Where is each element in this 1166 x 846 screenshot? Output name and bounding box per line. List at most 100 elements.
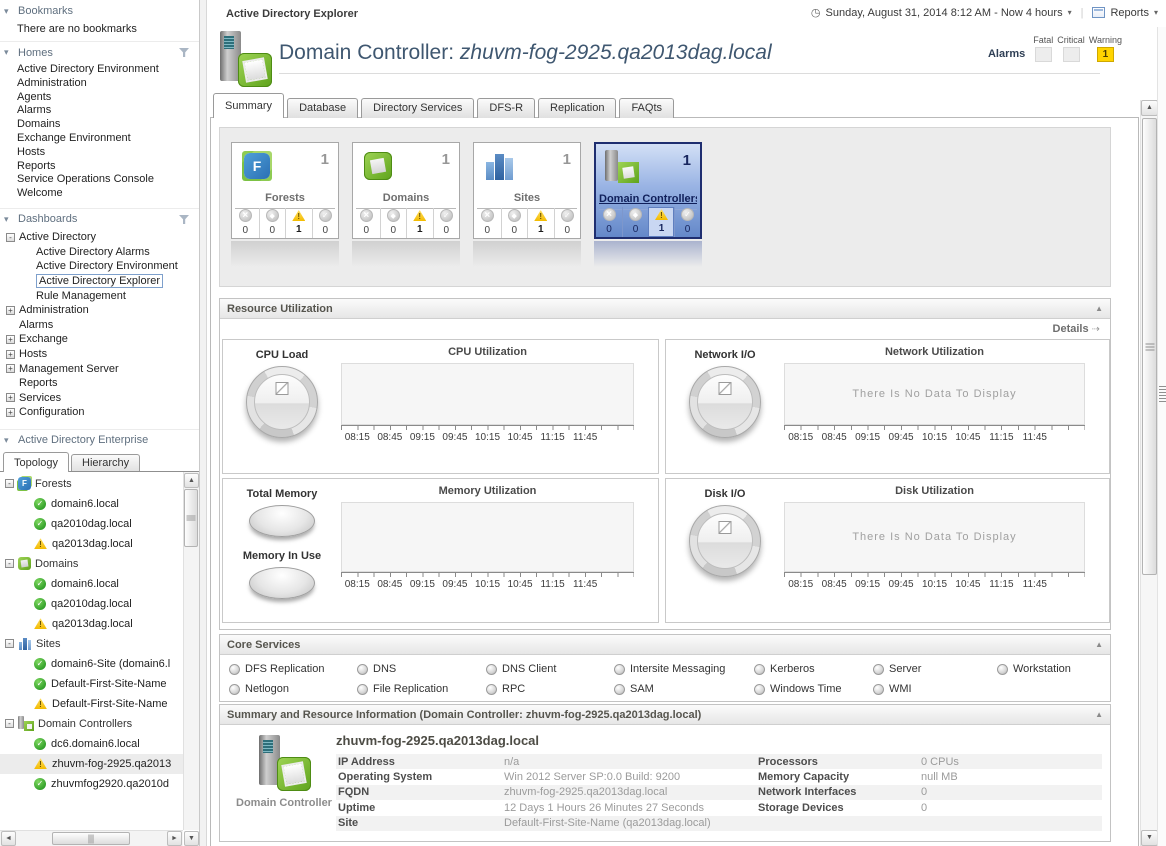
tree-item[interactable]: zhuvmfog2920.qa2010d: [0, 774, 183, 794]
minus-expander-icon[interactable]: [6, 233, 15, 242]
plus-expander-icon[interactable]: [6, 335, 15, 344]
tile-status-warning[interactable]: 1: [527, 208, 554, 238]
tree-item[interactable]: Default-First-Site-Name: [0, 674, 183, 694]
tree-vscroll-thumb[interactable]: [184, 489, 198, 547]
dashboards-leaf[interactable]: Active Directory Explorer: [6, 274, 199, 289]
collapse-section-icon[interactable]: [1095, 640, 1103, 649]
details-link[interactable]: Details: [1053, 323, 1089, 335]
tile-domain-controllers[interactable]: 1Domain Controllers0010: [594, 142, 702, 239]
dashboards-node[interactable]: Exchange: [6, 332, 199, 347]
plus-expander-icon[interactable]: [6, 364, 15, 373]
dashboards-node[interactable]: Management Server: [6, 361, 199, 376]
tab-directory-services[interactable]: Directory Services: [361, 98, 474, 118]
tab-dfs-r[interactable]: DFS-R: [477, 98, 535, 118]
core-services-header[interactable]: Core Services: [220, 635, 1110, 655]
dashboards-node[interactable]: Hosts: [6, 347, 199, 362]
tile-status-fatal[interactable]: 0: [353, 208, 380, 238]
alarm-count-box[interactable]: [1063, 47, 1080, 62]
main-vscroll-thumb[interactable]: [1142, 118, 1157, 575]
scroll-left-arrow[interactable]: ◄: [1, 831, 16, 846]
dashboards-header[interactable]: Dashboards: [0, 208, 199, 227]
tile-status-critical[interactable]: 0: [259, 208, 286, 238]
panel-drag-handle[interactable]: [1159, 386, 1166, 402]
scroll-down-arrow[interactable]: ▼: [1141, 830, 1158, 846]
plus-expander-icon[interactable]: [6, 350, 15, 359]
resource-utilization-header[interactable]: Resource Utilization: [220, 299, 1110, 319]
collapse-section-icon[interactable]: [1095, 710, 1103, 719]
minus-expander-icon[interactable]: [5, 719, 14, 728]
tile-status-critical[interactable]: 0: [622, 207, 648, 237]
tree-item[interactable]: qa2010dag.local: [0, 514, 183, 534]
tile-status-critical[interactable]: 0: [501, 208, 528, 238]
tree-item[interactable]: zhuvm-fog-2925.qa2013: [0, 754, 183, 774]
alarm-count-box[interactable]: 1: [1097, 47, 1114, 62]
tree-item[interactable]: qa2010dag.local: [0, 594, 183, 614]
homes-item-reports[interactable]: Reports: [17, 160, 199, 174]
homes-item-agents[interactable]: Agents: [17, 91, 199, 105]
tree-vertical-scrollbar[interactable]: ▲: [183, 472, 199, 830]
plus-expander-icon[interactable]: [6, 408, 15, 417]
sidebar-tab-hierarchy[interactable]: Hierarchy: [71, 454, 140, 472]
tree-item[interactable]: qa2013dag.local: [0, 534, 183, 554]
tree-group-domains[interactable]: Domains: [0, 554, 183, 574]
tree-item[interactable]: dc6.domain6.local: [0, 734, 183, 754]
tree-horizontal-scrollbar[interactable]: ◄ ►: [0, 830, 183, 846]
homes-item-alarms[interactable]: Alarms: [17, 104, 199, 118]
tree-item[interactable]: Default-First-Site-Name: [0, 694, 183, 714]
homes-item-service-operations-console[interactable]: Service Operations Console: [17, 173, 199, 187]
tab-summary[interactable]: Summary: [213, 93, 284, 118]
tile-status-fatal[interactable]: 0: [232, 208, 259, 238]
minus-expander-icon[interactable]: [5, 559, 14, 568]
tree-item[interactable]: domain6-Site (domain6.l: [0, 654, 183, 674]
minus-expander-icon[interactable]: [5, 639, 14, 648]
time-range-selector[interactable]: Sunday, August 31, 2014 8:12 AM - Now 4 …: [826, 7, 1063, 19]
tab-replication[interactable]: Replication: [538, 98, 616, 118]
tile-status-critical[interactable]: 0: [380, 208, 407, 238]
tab-faqts[interactable]: FAQts: [619, 98, 674, 118]
scroll-right-arrow[interactable]: ►: [167, 831, 182, 846]
dashboards-node[interactable]: Reports: [6, 376, 199, 391]
tree-group-domain-controllers[interactable]: Domain Controllers: [0, 714, 183, 734]
homes-item-administration[interactable]: Administration: [17, 77, 199, 91]
minus-expander-icon[interactable]: [5, 479, 14, 488]
enterprise-header[interactable]: Active Directory Enterprise: [0, 429, 199, 448]
bookmarks-header[interactable]: Bookmarks: [0, 0, 199, 19]
summary-section-header[interactable]: Summary and Resource Information (Domain…: [220, 705, 1110, 725]
alarm-count-box[interactable]: [1035, 47, 1052, 62]
tile-status-fatal[interactable]: 0: [596, 207, 622, 237]
scroll-up-arrow[interactable]: ▲: [184, 473, 199, 488]
filter-funnel-icon[interactable]: [179, 215, 189, 224]
dashboards-leaf[interactable]: Active Directory Alarms: [6, 245, 199, 260]
dashboards-leaf[interactable]: Active Directory Environment: [6, 259, 199, 274]
homes-item-active-directory-environment[interactable]: Active Directory Environment: [17, 63, 199, 77]
tab-database[interactable]: Database: [287, 98, 358, 118]
scroll-up-arrow[interactable]: ▲: [1141, 100, 1158, 116]
homes-item-welcome[interactable]: Welcome: [17, 187, 199, 201]
tree-item[interactable]: domain6.local: [0, 494, 183, 514]
chevron-down-icon[interactable]: [1068, 8, 1072, 17]
dashboards-node[interactable]: Services: [6, 391, 199, 406]
tile-status-normal[interactable]: 0: [312, 208, 339, 238]
tile-status-normal[interactable]: 0: [674, 207, 700, 237]
dashboards-node[interactable]: Configuration: [6, 405, 199, 420]
dashboards-leaf[interactable]: Rule Management: [6, 288, 199, 303]
tree-item[interactable]: qa2013dag.local: [0, 614, 183, 634]
tile-status-fatal[interactable]: 0: [474, 208, 501, 238]
dashboards-node[interactable]: Alarms: [6, 318, 199, 333]
tile-status-warning[interactable]: 1: [648, 207, 674, 237]
filter-funnel-icon[interactable]: [179, 48, 189, 57]
tile-sites[interactable]: 1Sites0010: [473, 142, 581, 239]
tree-group-forests[interactable]: Forests: [0, 474, 183, 494]
tile-status-warning[interactable]: 1: [406, 208, 433, 238]
collapse-section-icon[interactable]: [1095, 304, 1103, 313]
plus-expander-icon[interactable]: [6, 306, 15, 315]
sidebar-tab-topology[interactable]: Topology: [3, 452, 69, 472]
tile-domains[interactable]: 1Domains0010: [352, 142, 460, 239]
tree-hscroll-thumb[interactable]: [52, 832, 130, 845]
sidebar-splitter[interactable]: [200, 0, 207, 846]
reports-menu[interactable]: Reports: [1110, 7, 1149, 19]
tile-status-warning[interactable]: 1: [285, 208, 312, 238]
tree-group-sites[interactable]: Sites: [0, 634, 183, 654]
tile-forests[interactable]: 1Forests0010: [231, 142, 339, 239]
tree-item[interactable]: domain6.local: [0, 574, 183, 594]
